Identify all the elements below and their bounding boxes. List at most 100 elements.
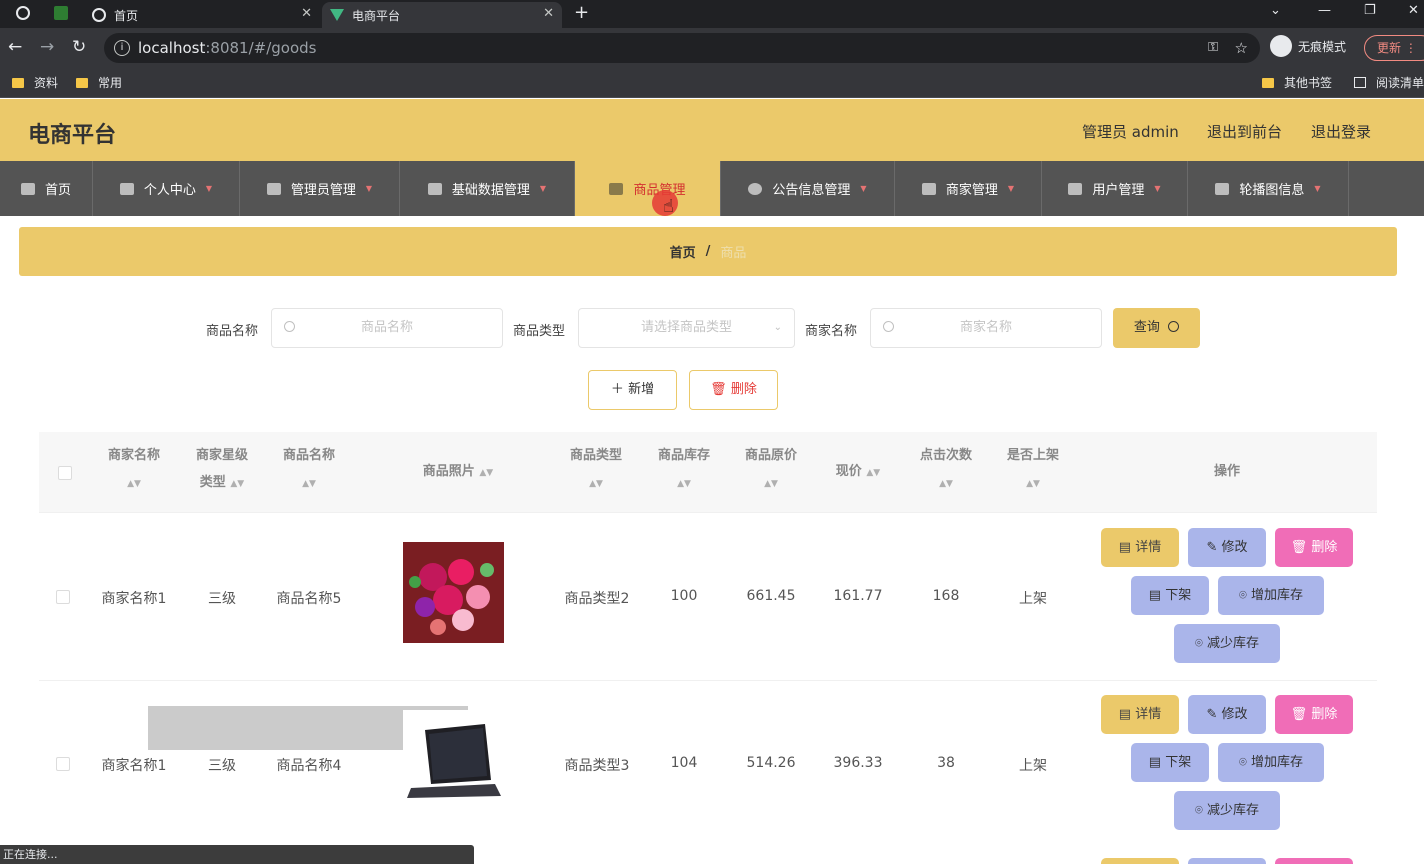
sort-icon[interactable]: ▲▼ (764, 479, 778, 489)
goods-name-input[interactable]: 商品名称 (271, 308, 503, 348)
sort-icon[interactable]: ▲▼ (127, 479, 141, 489)
next-row-button-edge (1188, 858, 1266, 864)
logout-link[interactable]: 退出登录 (1311, 121, 1371, 142)
nav-item-admin[interactable]: 管理员管理 ▼ (240, 161, 400, 216)
add-button[interactable]: ＋ 新增 (588, 370, 677, 410)
nav-label: 轮播图信息 (1239, 183, 1305, 198)
nav-item-basic-data[interactable]: 基础数据管理 ▼ (400, 161, 575, 216)
tab-ecommerce[interactable]: 电商平台 ✕ (322, 2, 562, 28)
col-label: 点击次数 (919, 448, 972, 463)
add-stock-button[interactable]: ⌾ 增加库存 (1218, 576, 1324, 615)
nav-label: 管理员管理 (290, 183, 356, 198)
reload-icon[interactable]: ↻ (72, 37, 86, 57)
reduce-stock-button[interactable]: ⌾ 减少库存 (1174, 624, 1280, 663)
add-stock-button[interactable]: ⌾ 增加库存 (1218, 743, 1324, 782)
sort-icon[interactable]: ▲▼ (589, 479, 603, 489)
merchant-input[interactable]: 商家名称 (870, 308, 1102, 348)
col-price[interactable]: 现价 ▲▼ (823, 458, 893, 487)
col-goods-type[interactable]: 商品类型 ▲▼ (561, 442, 631, 498)
close-window-icon[interactable]: ✕ (1408, 3, 1419, 18)
plus-icon: ＋ (610, 382, 624, 397)
edit-button[interactable]: ✎ 修改 (1188, 528, 1266, 567)
col-orig-price[interactable]: 商品原价 ▲▼ (736, 442, 806, 498)
nav-label: 基础数据管理 (451, 183, 530, 198)
delete-button[interactable]: 🗑 删除 (1275, 528, 1353, 567)
browser-menu-icon[interactable] (16, 6, 30, 20)
sort-icon[interactable]: ▲▼ (866, 468, 880, 478)
close-icon[interactable]: ✕ (543, 6, 554, 21)
tab-title: 首页 (114, 8, 139, 23)
pinned-tab-icon[interactable] (54, 6, 68, 20)
col-photo[interactable]: 商品照片 ▲▼ (403, 458, 513, 487)
batch-delete-button[interactable]: 🗑 删除 (689, 370, 778, 410)
tab-home[interactable]: 首页 ✕ (84, 2, 320, 28)
col-star[interactable]: 商家星级 类型 ▲▼ (187, 442, 257, 498)
other-bookmarks[interactable]: 其他书签 (1262, 74, 1332, 91)
back-icon[interactable]: ← (8, 37, 22, 57)
sort-icon[interactable]: ▲▼ (302, 479, 316, 489)
address-bar: ← → ↻ i localhost:8081/#/goods ⚿ ☆ 无痕模式 … (0, 28, 1424, 68)
detail-button[interactable]: ▤ 详情 (1101, 528, 1179, 567)
col-label: 商品名称 (282, 448, 335, 463)
col-label: 类型 (199, 475, 226, 490)
sort-icon[interactable]: ▲▼ (677, 479, 691, 489)
row-checkbox[interactable] (56, 590, 70, 604)
forward-icon[interactable]: → (40, 37, 54, 57)
off-shelf-button[interactable]: ▤ 下架 (1131, 743, 1209, 782)
url-input[interactable]: i localhost:8081/#/goods ⚿ ☆ (104, 33, 1260, 63)
breadcrumb-home[interactable]: 首页 (670, 242, 696, 261)
on-shelf-cell: 上架 (1019, 591, 1047, 607)
select-all-checkbox[interactable] (58, 466, 72, 480)
nav-item-profile[interactable]: 个人中心 ▼ (93, 161, 240, 216)
new-tab-button[interactable]: + (574, 2, 589, 23)
sort-icon[interactable]: ▲▼ (939, 479, 953, 489)
bookmark-folder[interactable]: 资料 (12, 74, 58, 91)
merchant-placeholder: 商家名称 (959, 320, 1012, 335)
detail-button[interactable]: ▤ 详情 (1101, 695, 1179, 734)
incognito-indicator[interactable]: 无痕模式 (1270, 35, 1346, 57)
incognito-icon (1270, 35, 1292, 57)
orig-price-cell: 661.45 (746, 588, 796, 604)
nav-item-notice[interactable]: 公告信息管理 ▼ (721, 161, 895, 216)
restore-icon[interactable]: ❐ (1364, 3, 1376, 18)
edit-button[interactable]: ✎ 修改 (1188, 695, 1266, 734)
minimize-icon[interactable]: — (1318, 3, 1331, 18)
app-header: 电商平台 管理员 admin 退出到前台 退出登录 (0, 99, 1424, 161)
bookmarks-bar: 资料 常用 其他书签 阅读清单 (0, 68, 1424, 98)
bookmark-label: 其他书签 (1284, 76, 1333, 90)
site-info-icon[interactable]: i (114, 40, 130, 56)
row-checkbox[interactable] (56, 757, 70, 771)
delete-label: 删除 (1311, 707, 1338, 722)
key-icon[interactable]: ⚿ (1208, 33, 1218, 63)
reduce-stock-button[interactable]: ⌾ 减少库存 (1174, 791, 1280, 830)
col-clicks[interactable]: 点击次数 ▲▼ (911, 442, 981, 498)
star-icon[interactable]: ☆ (1235, 33, 1248, 63)
close-icon[interactable]: ✕ (301, 6, 312, 21)
reading-list[interactable]: 阅读清单 (1354, 74, 1424, 91)
goods-type-cell: 商品类型3 (564, 758, 630, 774)
user-icon (119, 182, 134, 195)
query-button[interactable]: 查询 (1113, 308, 1200, 348)
nav-label: 个人中心 (143, 183, 196, 198)
sort-icon[interactable]: ▲▼ (1026, 479, 1040, 489)
col-stock[interactable]: 商品库存 ▲▼ (649, 442, 719, 498)
nav-item-carousel[interactable]: 轮播图信息 ▼ (1188, 161, 1349, 216)
exit-to-front-link[interactable]: 退出到前台 (1207, 121, 1282, 142)
sort-icon[interactable]: ▲▼ (479, 468, 493, 478)
nav-item-merchant[interactable]: 商家管理 ▼ (895, 161, 1042, 216)
bookmark-folder[interactable]: 常用 (76, 74, 122, 91)
col-goods-name[interactable]: 商品名称 ▲▼ (274, 442, 344, 498)
col-merchant[interactable]: 商家名称 ▲▼ (99, 442, 169, 498)
nav-item-home[interactable]: 首页 (0, 161, 93, 216)
next-row-button-edge (1101, 858, 1179, 864)
tab-search-icon[interactable]: ⌄ (1270, 3, 1281, 18)
doc-icon: ▤ (1118, 707, 1132, 722)
nav-item-goods[interactable]: 商品管理 (575, 161, 721, 216)
nav-item-users[interactable]: 用户管理 ▼ (1042, 161, 1188, 216)
update-button[interactable]: 更新 ⋮ (1364, 35, 1424, 61)
col-on-shelf[interactable]: 是否上架 ▲▼ (998, 442, 1068, 498)
delete-button[interactable]: 🗑 删除 (1275, 695, 1353, 734)
sort-icon[interactable]: ▲▼ (230, 479, 244, 489)
off-shelf-button[interactable]: ▤ 下架 (1131, 576, 1209, 615)
goods-type-select[interactable]: 请选择商品类型 ⌄ (578, 308, 795, 348)
